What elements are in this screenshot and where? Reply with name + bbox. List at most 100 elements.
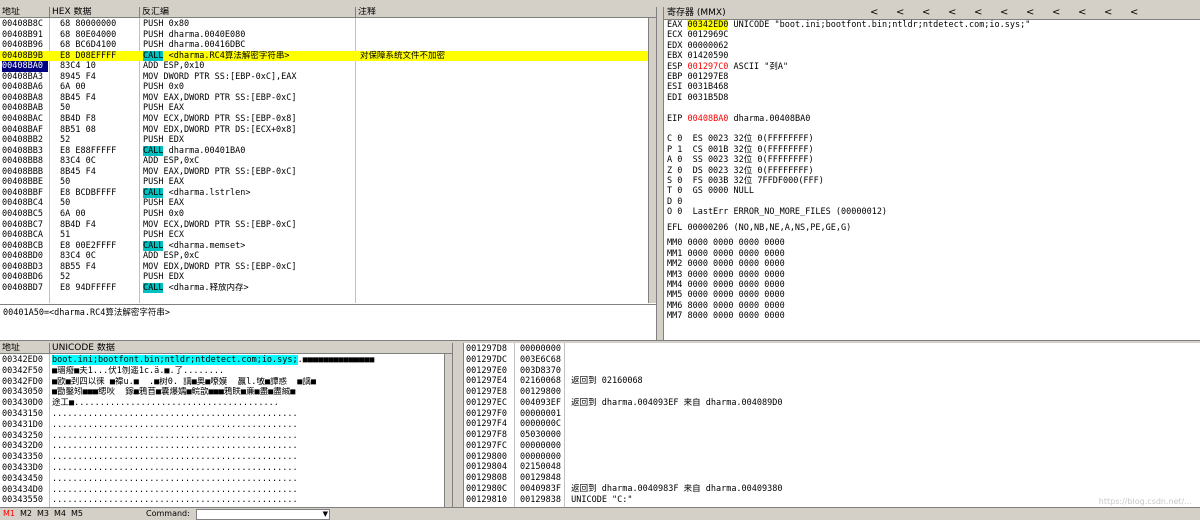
dump-row[interactable]: 00342FD0 ■欧■刭四以徕 ■禕u.■ .■树0. 謧■奥■嘹嫫 贏ĺ.敂■…: [0, 377, 444, 388]
flag-row[interactable]: D 0: [667, 197, 682, 207]
chevron-down-icon[interactable]: ▼: [323, 508, 328, 520]
efl-row[interactable]: EFL 00000206 (NO,NB,NE,A,NS,PE,GE,G): [667, 223, 851, 233]
disasm-row[interactable]: 00408BB2 52 PUSH EDX: [0, 135, 648, 146]
registers-pane[interactable]: 寄存器 (MMX) < < < < < < < < < < < EAX 00342ED0 UNICO…: [664, 7, 1200, 343]
disasm-row[interactable]: 00408BBF E8 BCDBFFFF CALL <dharma.lstrlen>: [0, 187, 648, 199]
dump-col-unicode[interactable]: UNICODE 数据: [50, 343, 444, 354]
register-row[interactable]: EDI 0031B5D8: [667, 93, 728, 103]
memory-tab-m4[interactable]: M4: [54, 508, 66, 520]
register-row[interactable]: ECX 0012969C: [667, 30, 728, 40]
register-nav-arrow-icon[interactable]: <: [1052, 7, 1060, 19]
col-header-comment[interactable]: 注释: [356, 7, 656, 18]
dump-row[interactable]: 003430D0 途工■.............................…: [0, 398, 444, 409]
mmx-row[interactable]: MM0 0000 0000 0000 0000: [667, 238, 785, 248]
memory-tab-m1[interactable]: M1: [3, 508, 15, 520]
stack-row[interactable]: 00129808 00129848: [464, 473, 1200, 484]
register-value[interactable]: 00342ED0: [687, 20, 729, 30]
dump-row[interactable]: 003433D0................................…: [0, 463, 444, 474]
register-eip[interactable]: EIP 00408BA0 dharma.00408BA0: [667, 114, 810, 124]
mmx-row[interactable]: MM5 0000 0000 0000 0000: [667, 290, 785, 300]
dump-row[interactable]: 003431D0................................…: [0, 420, 444, 431]
stack-row[interactable]: 001297EC 004093EF 返回到 dharma.004093EF 来自 …: [464, 398, 1200, 409]
disasm-row[interactable]: 00408BA8 8B45 F4 MOV EAX,DWORD PTR SS:[EBP…: [0, 93, 648, 104]
flag-row[interactable]: O 0 LastErr ERROR_NO_MORE_FILES (0000001…: [667, 207, 887, 217]
register-nav-arrow-icon[interactable]: <: [896, 7, 904, 19]
dump-row[interactable]: 00343050 ■勖鑿矧■■■缌吙 鎵■鴉苜■囊爆嬬■鲩歆■■■鴉眹■亷■盡■盡…: [0, 387, 444, 398]
disasm-row[interactable]: 00408BD6 52 PUSH EDX: [0, 272, 648, 283]
dump-row[interactable]: 003432D0................................…: [0, 441, 444, 452]
disasm-row[interactable]: 00408BB3 E8 E88FFFFF CALL dharma.00401BA0: [0, 145, 648, 157]
mmx-row[interactable]: MM7 8000 0000 0000 0000: [667, 311, 785, 321]
flag-row[interactable]: S 0 FS 003B 32位 7FFDF000(FFF): [667, 176, 824, 186]
disasm-row[interactable]: 00408BB8 83C4 0C ADD ESP,0xC: [0, 156, 648, 167]
memory-tab-m5[interactable]: M5: [71, 508, 83, 520]
disasm-row[interactable]: 00408BCA 51 PUSH ECX: [0, 230, 648, 241]
dump-row[interactable]: 00342ED0 boot.ini;bootfont.bin;ntldr;ntde…: [0, 355, 444, 366]
disasm-row[interactable]: 00408B96 68 BC6D4100 PUSH dharma.00416DBC: [0, 40, 648, 51]
disasm-row[interactable]: 00408BAC 8B4D F8 MOV ECX,DWORD PTR SS:[EBP…: [0, 114, 648, 125]
dump-row[interactable]: 00343150................................…: [0, 409, 444, 420]
col-header-disasm[interactable]: 反汇编: [140, 7, 356, 18]
register-value[interactable]: 001297E8: [687, 72, 728, 82]
disasm-row[interactable]: 00408BC5 6A 00 PUSH 0x0: [0, 209, 648, 220]
register-value[interactable]: 01420590: [687, 51, 728, 61]
disassembly-scrollbar[interactable]: [648, 18, 656, 303]
stack-row[interactable]: 001297D8 00000000: [464, 344, 1200, 355]
flag-row[interactable]: P 1 CS 001B 32位 0(FFFFFFFF): [667, 145, 814, 155]
disasm-row[interactable]: 00408BAB 50 PUSH EAX: [0, 103, 648, 114]
register-value[interactable]: 0012969C: [687, 30, 728, 40]
dump-row[interactable]: 00342F50 ■瑂癈■夫1...伏1刎遥1c.ä.■.了........: [0, 366, 444, 377]
stack-row[interactable]: 001297DC 003E6C68: [464, 355, 1200, 366]
disasm-row[interactable]: 00408B9B E8 D08EFFFF CALL <dharma.RC4算法解密字…: [0, 50, 648, 62]
register-nav-arrow-icon[interactable]: <: [922, 7, 930, 19]
register-row[interactable]: EBP 001297E8: [667, 72, 728, 82]
mmx-row[interactable]: MM6 8000 0000 0000 0000: [667, 301, 785, 311]
stack-row[interactable]: 00129804 02150048: [464, 462, 1200, 473]
register-nav-arrow-icon[interactable]: <: [1026, 7, 1034, 19]
disasm-row[interactable]: 00408BD0 83C4 0C ADD ESP,0xC: [0, 251, 648, 262]
register-row[interactable]: ESI 0031B468: [667, 82, 728, 92]
dump-row[interactable]: 00343550................................…: [0, 495, 444, 506]
dump-pane[interactable]: 地址 UNICODE 数据 00342ED0 boot.ini;bootfont.…: [0, 343, 452, 508]
mmx-row[interactable]: MM2 0000 0000 0000 0000: [667, 259, 785, 269]
disasm-row[interactable]: 00408BCB E8 00E2FFFF CALL <dharma.memset>: [0, 240, 648, 252]
register-row[interactable]: EAX 00342ED0 UNICODE "boot.ini;bootfont.…: [667, 20, 1030, 30]
disasm-row[interactable]: 00408BA0 83C4 10 ADD ESP,0x10: [0, 61, 648, 72]
register-row[interactable]: ESP 001297C0 ASCII "刭A": [667, 62, 788, 72]
dump-row[interactable]: 00343250................................…: [0, 431, 444, 442]
stack-row[interactable]: 0012980C 0040983F 返回到 dharma.0040983F 来自 …: [464, 484, 1200, 495]
dump-row[interactable]: 00343450................................…: [0, 474, 444, 485]
register-value[interactable]: 0031B468: [687, 82, 728, 92]
command-input[interactable]: ▼: [196, 509, 330, 520]
stack-pane[interactable]: 001297D8 00000000 001297DC 003E6C68 001297E0…: [464, 343, 1200, 508]
dump-scrollbar[interactable]: [444, 354, 452, 508]
disasm-row[interactable]: 00408BA3 8945 F4 MOV DWORD PTR SS:[EBP-0xC…: [0, 72, 648, 83]
stack-row[interactable]: 00129800 00000000: [464, 452, 1200, 463]
register-value[interactable]: 001297C0: [687, 62, 728, 72]
register-nav-arrow-icon[interactable]: <: [1000, 7, 1008, 19]
register-nav-arrow-icon[interactable]: <: [974, 7, 982, 19]
disasm-row[interactable]: 00408BBB 8B45 F4 MOV EAX,DWORD PTR SS:[EBP…: [0, 167, 648, 178]
dump-row[interactable]: 00343350................................…: [0, 452, 444, 463]
disasm-row[interactable]: 00408BD7 E8 94DFFFFF CALL <dharma.释放内存>: [0, 282, 648, 294]
memory-tab-m3[interactable]: M3: [37, 508, 49, 520]
memory-tab-m2[interactable]: M2: [20, 508, 32, 520]
disassembly-pane[interactable]: 地址 HEX 数据 反汇编 注释 00408B8C 68 80000000 PUSH…: [0, 7, 656, 303]
stack-row[interactable]: 001297F0 00000001: [464, 409, 1200, 420]
stack-row[interactable]: 001297F8 05030000: [464, 430, 1200, 441]
flag-row[interactable]: Z 0 DS 0023 32位 0(FFFFFFFF): [667, 166, 814, 176]
mmx-row[interactable]: MM3 0000 0000 0000 0000: [667, 270, 785, 280]
register-nav-arrow-icon[interactable]: <: [1130, 7, 1138, 19]
disasm-row[interactable]: 00408BD3 8B55 F4 MOV EDX,DWORD PTR SS:[EBP…: [0, 262, 648, 273]
register-value[interactable]: 00000062: [687, 41, 728, 51]
disasm-row[interactable]: 00408B8C 68 80000000 PUSH 0x80: [0, 19, 648, 30]
register-value[interactable]: 0031B5D8: [687, 93, 728, 103]
stack-row[interactable]: 001297E8 00129800: [464, 387, 1200, 398]
register-row[interactable]: EDX 00000062: [667, 41, 728, 51]
register-nav-arrow-icon[interactable]: <: [870, 7, 878, 19]
mmx-row[interactable]: MM4 0000 0000 0000 0000: [667, 280, 785, 290]
col-header-address[interactable]: 地址: [0, 7, 50, 18]
flag-row[interactable]: T 0 GS 0000 NULL: [667, 186, 754, 196]
disasm-row[interactable]: 00408BC4 50 PUSH EAX: [0, 198, 648, 209]
register-nav-arrow-icon[interactable]: <: [1104, 7, 1112, 19]
